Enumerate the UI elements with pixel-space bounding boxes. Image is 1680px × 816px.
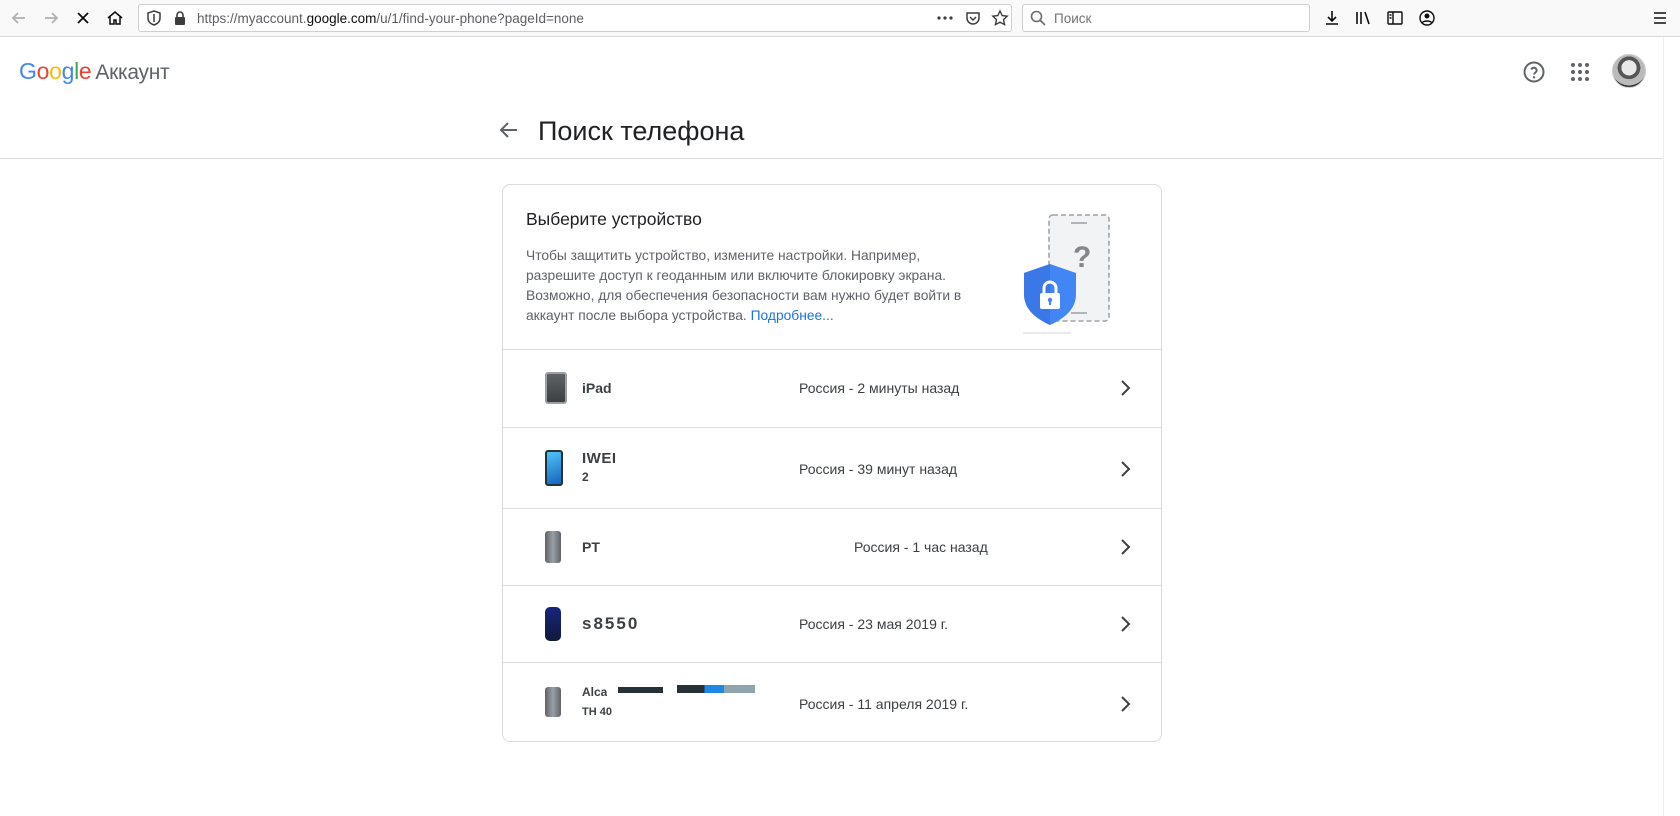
library-icon[interactable] [1351, 6, 1375, 30]
lock-icon[interactable] [168, 6, 192, 30]
avatar[interactable] [1612, 54, 1646, 88]
chevron-right-icon [1115, 614, 1135, 634]
intro-section: Выберите устройство Чтобы защитить устро… [503, 185, 1161, 350]
url-path: /u/1/find-your-phone?pageId=none [376, 11, 584, 26]
search-icon [1026, 6, 1050, 30]
redaction-bar [677, 685, 755, 693]
sidebar-icon[interactable] [1383, 6, 1407, 30]
chevron-right-icon [1115, 378, 1135, 398]
url-prefix: https://myaccount. [197, 11, 307, 26]
tablet-icon [545, 372, 567, 404]
device-row-alcatel[interactable]: Alca TH 40 Россия - 11 апреля 2019 г. [503, 663, 1161, 741]
device-name: iPad [582, 380, 612, 396]
device-row-pt[interactable]: PT Россия - 1 час назад [503, 509, 1161, 586]
intro-title: Выберите устройство [526, 209, 702, 229]
device-row-s8550[interactable]: s8550 Россия - 23 мая 2019 г. [503, 586, 1161, 663]
device-status: Россия - 23 мая 2019 г. [799, 616, 949, 632]
tracking-shield-icon[interactable] [142, 6, 166, 30]
redaction-bar [618, 687, 663, 693]
home-icon[interactable] [103, 6, 127, 30]
pocket-icon[interactable] [961, 6, 985, 30]
account-header: Google Аккаунт Поиск телефона [0, 37, 1663, 159]
back-arrow-icon[interactable] [497, 118, 523, 144]
stop-loading-icon[interactable] [71, 6, 95, 30]
address-bar[interactable]: https://myaccount.google.com/u/1/find-yo… [138, 4, 1012, 32]
chevron-right-icon [1115, 537, 1135, 557]
apps-grid-icon[interactable] [1562, 54, 1598, 90]
search-input[interactable]: Поиск [1022, 4, 1310, 32]
back-icon[interactable] [7, 6, 31, 30]
page-actions-icon[interactable] [933, 6, 957, 30]
device-card: Выберите устройство Чтобы защитить устро… [502, 184, 1162, 742]
chevron-right-icon [1115, 694, 1135, 714]
browser-toolbar: https://myaccount.google.com/u/1/find-yo… [0, 0, 1680, 37]
device-name: IWEI [582, 450, 617, 467]
chevron-right-icon [1115, 459, 1135, 479]
forward-icon[interactable] [39, 6, 63, 30]
menu-icon[interactable] [1648, 6, 1672, 30]
device-row-huawei[interactable]: IWEI 2 Россия - 39 минут назад [503, 428, 1161, 509]
svg-text:?: ? [1073, 241, 1091, 274]
search-placeholder: Поиск [1054, 11, 1092, 26]
device-row-ipad[interactable]: iPad Россия - 2 минуты назад [503, 350, 1161, 428]
device-status: Россия - 11 апреля 2019 г. [799, 696, 969, 712]
security-illustration: ? [1015, 213, 1125, 338]
intro-text: Чтобы защитить устройство, измените наст… [526, 246, 966, 326]
phone-icon [545, 607, 561, 641]
device-status: Россия - 2 минуты назад [799, 380, 960, 396]
product-name: Аккаунт [95, 61, 170, 84]
device-name-line2: TH 40 [582, 706, 612, 718]
learn-more-link[interactable]: Подробнее... [751, 308, 834, 323]
google-account-logo[interactable]: Google Аккаунт [19, 58, 170, 85]
phone-icon [545, 687, 561, 717]
device-name: s8550 [582, 614, 640, 633]
scrollbar[interactable] [1663, 37, 1680, 816]
phone-icon [545, 531, 561, 563]
intro-body: Чтобы защитить устройство, измените наст… [526, 248, 962, 323]
downloads-icon[interactable] [1320, 6, 1344, 30]
bookmark-star-icon[interactable] [988, 6, 1012, 30]
page-title: Поиск телефона [538, 116, 745, 146]
help-icon[interactable] [1516, 54, 1552, 90]
device-status: Россия - 39 минут назад [799, 461, 958, 477]
device-name-line2: 2 [582, 470, 589, 484]
device-name: Alca [582, 685, 608, 699]
device-name: PT [582, 539, 600, 555]
url-domain: google.com [306, 11, 377, 26]
phone-icon [545, 450, 563, 486]
account-icon[interactable] [1415, 6, 1439, 30]
url-text[interactable]: https://myaccount.google.com/u/1/find-yo… [197, 11, 584, 26]
device-status: Россия - 1 час назад [854, 539, 988, 555]
